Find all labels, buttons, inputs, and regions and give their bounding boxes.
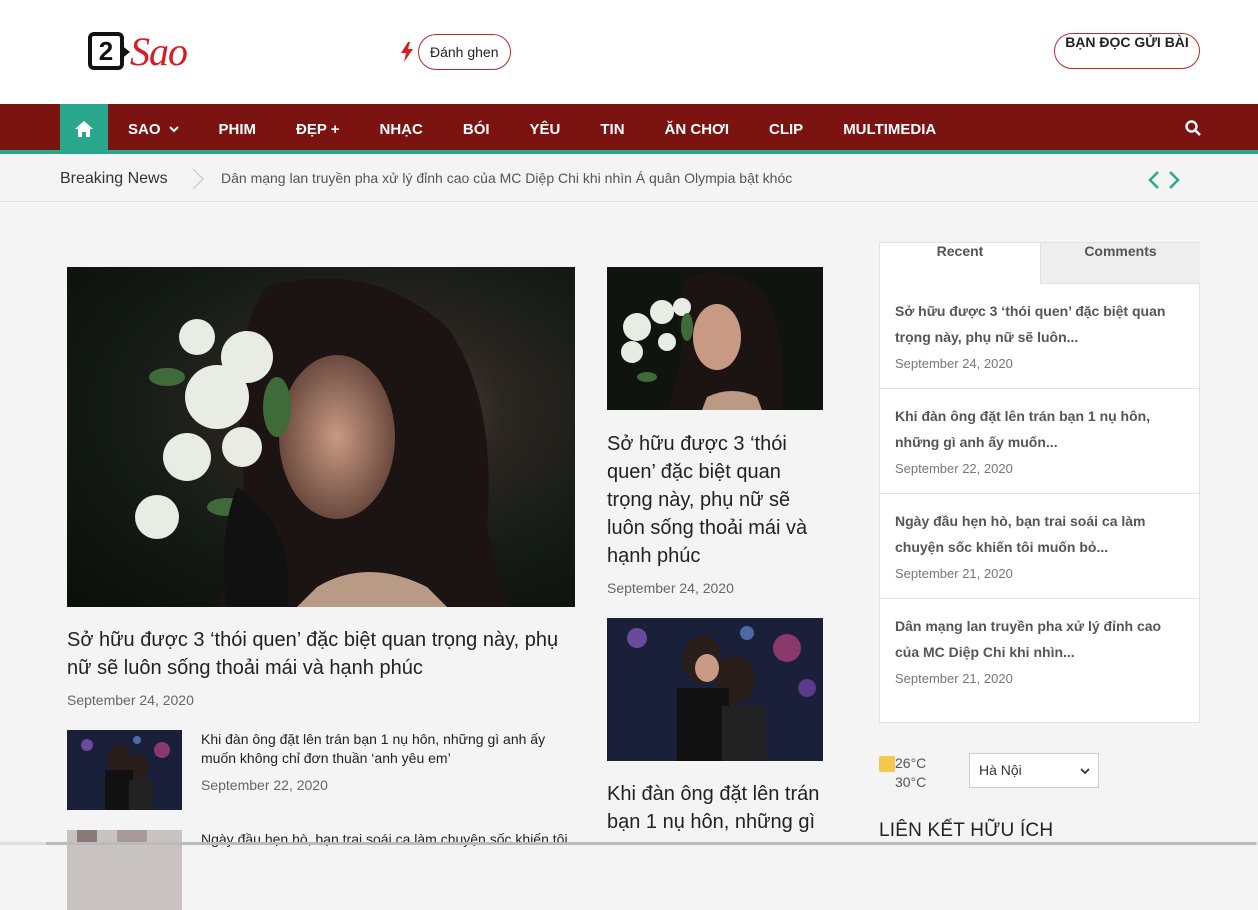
list-item: Dân mạng lan truyền pha xử lý đỉnh cao c…	[880, 599, 1199, 704]
site-logo[interactable]: 2 Sao	[88, 26, 200, 76]
nav-item-an-choi[interactable]: ĂN CHƠI	[645, 104, 749, 154]
chevron-down-icon	[1080, 768, 1090, 775]
weather-icon	[879, 756, 895, 772]
post-title[interactable]: Ngày đầu hẹn hò, bạn trai soái ca làm ch…	[201, 830, 571, 849]
list-item: Khi đàn ông đặt lên trán bạn 1 nụ hôn, n…	[880, 389, 1199, 494]
featured-image[interactable]	[67, 267, 575, 607]
nav-item-clip[interactable]: CLIP	[749, 104, 823, 154]
recent-post-date: September 22, 2020	[895, 461, 1013, 476]
breaking-news-label: Breaking News	[60, 170, 168, 187]
nav-item-label: SAO	[128, 120, 161, 138]
tab-comments[interactable]: Comments	[1040, 243, 1200, 284]
nav-item-phim[interactable]: PHIM	[199, 104, 277, 154]
breaking-news-headline[interactable]: Dân mạng lan truyền pha xử lý đỉnh cao c…	[221, 158, 792, 198]
nav-item-yeu[interactable]: YÊU	[510, 104, 581, 154]
post-thumbnail[interactable]	[607, 618, 823, 761]
post-thumbnail[interactable]	[67, 730, 182, 810]
post-date: September 22, 2020	[201, 777, 328, 793]
nav-item-boi[interactable]: BÓI	[443, 104, 510, 154]
recent-post-title[interactable]: Dân mạng lan truyền pha xử lý đỉnh cao c…	[895, 613, 1185, 665]
chevron-left-icon[interactable]	[1147, 170, 1161, 190]
nav-item-sao[interactable]: SAO	[108, 104, 199, 154]
list-item: Sở hữu được 3 ‘thói quen’ đặc biệt quan …	[880, 284, 1199, 389]
trending-tag[interactable]: Đánh ghen	[418, 34, 511, 70]
lightning-icon	[401, 42, 413, 62]
recent-post-title[interactable]: Khi đàn ông đặt lên trán bạn 1 nụ hôn, n…	[895, 403, 1185, 455]
trending-tags: Đánh ghen	[400, 34, 511, 70]
city-select-value: Hà Nội	[979, 762, 1022, 778]
featured-title[interactable]: Sở hữu được 3 ‘thói quen’ đặc biệt quan …	[67, 626, 575, 682]
nav-item-multimedia[interactable]: MULTIMEDIA	[823, 104, 956, 154]
featured-date: September 24, 2020	[67, 692, 194, 708]
sidebar-tabs-widget: Recent Comments Sở hữu được 3 ‘thói quen…	[879, 242, 1200, 723]
list-item: Ngày đầu hẹn hò, bạn trai soái ca làm ch…	[880, 494, 1199, 599]
nav-item-dep[interactable]: ĐẸP +	[276, 104, 360, 154]
post-date: September 24, 2020	[607, 580, 734, 596]
submit-article-button[interactable]: BẠN ĐỌC GỬI BÀI	[1054, 33, 1200, 69]
main-nav: SAO PHIM ĐẸP + NHẠC BÓI YÊU TIN ĂN CHƠI …	[0, 104, 1258, 154]
nav-item-tin[interactable]: TIN	[580, 104, 644, 154]
nav-item-nhac[interactable]: NHẠC	[360, 104, 443, 154]
logo-number: 2	[88, 32, 130, 70]
recent-post-title[interactable]: Sở hữu được 3 ‘thói quen’ đặc biệt quan …	[895, 298, 1185, 350]
post-title[interactable]: Khi đàn ông đặt lên trán bạn 1 nụ hôn, n…	[607, 780, 823, 836]
recent-post-date: September 24, 2020	[895, 356, 1013, 371]
logo-text: Sao	[130, 28, 188, 74]
chevron-right-icon	[192, 168, 204, 190]
temperature-low: 26°C	[895, 755, 927, 771]
temperature-high: 30°C	[895, 774, 927, 790]
post-photo	[67, 730, 182, 810]
recent-post-title[interactable]: Ngày đầu hẹn hò, bạn trai soái ca làm ch…	[895, 508, 1185, 560]
city-select[interactable]: Hà Nội	[969, 753, 1099, 788]
recent-post-date: September 21, 2020	[895, 566, 1013, 581]
chevron-right-icon[interactable]	[1167, 170, 1181, 190]
breaking-news-bar: Breaking News Dân mạng lan truyền pha xử…	[0, 158, 1258, 202]
post-photo	[607, 267, 823, 410]
post-title[interactable]: Sở hữu được 3 ‘thói quen’ đặc biệt quan …	[607, 430, 823, 570]
post-title[interactable]: Khi đàn ông đặt lên trán bạn 1 nụ hôn, n…	[201, 730, 571, 768]
tab-recent[interactable]: Recent	[880, 243, 1040, 284]
featured-photo	[135, 278, 507, 607]
post-photo	[607, 618, 823, 761]
recent-post-date: September 21, 2020	[895, 671, 1013, 686]
home-button[interactable]	[60, 104, 108, 154]
home-icon	[75, 121, 93, 137]
site-header: 2 Sao Đánh ghen BẠN ĐỌC GỬI BÀI	[0, 0, 1258, 104]
nav-menu: SAO PHIM ĐẸP + NHẠC BÓI YÊU TIN ĂN CHƠI …	[108, 104, 956, 154]
post-thumbnail[interactable]	[607, 267, 823, 410]
useful-links-heading: LIÊN KẾT HỮU ÍCH	[879, 820, 1054, 841]
chevron-down-icon	[168, 126, 179, 133]
search-icon[interactable]	[1184, 119, 1202, 137]
